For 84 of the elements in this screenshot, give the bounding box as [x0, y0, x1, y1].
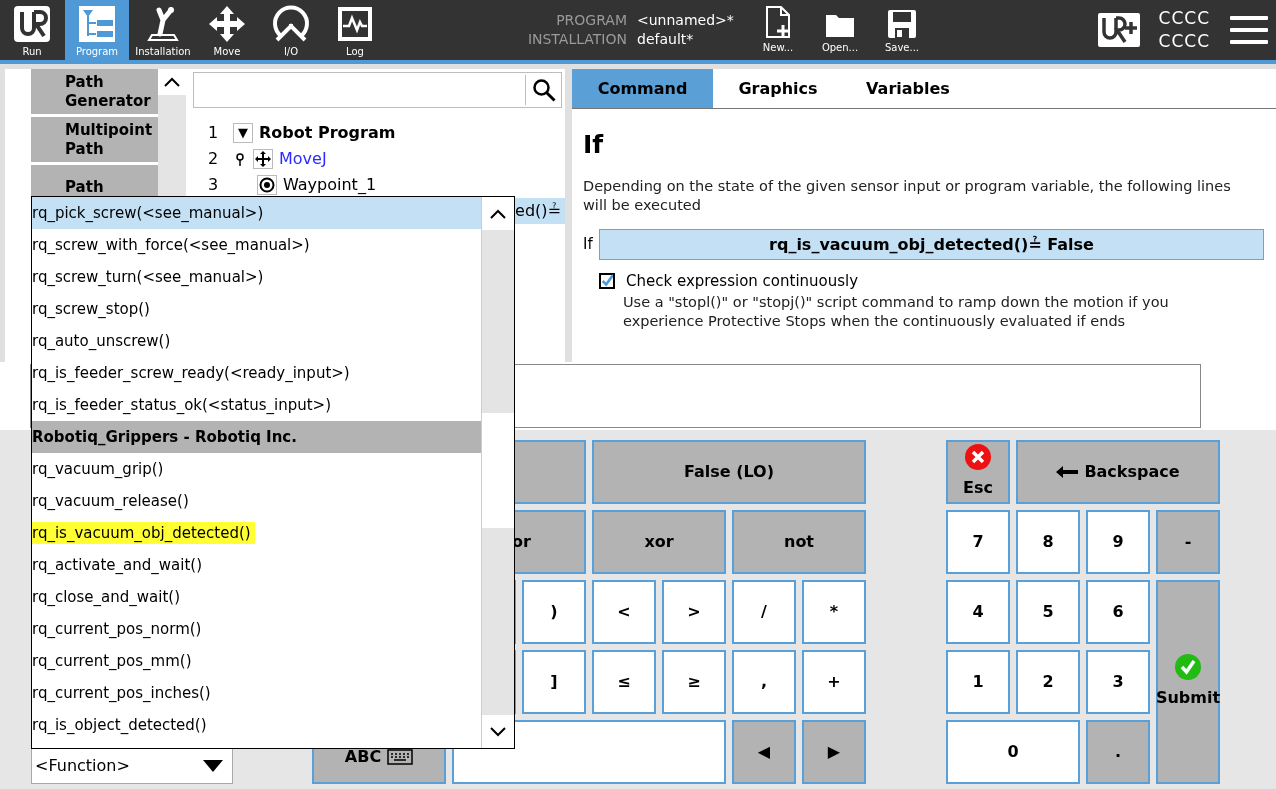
- keypad-key[interactable]: <: [592, 580, 656, 644]
- chevron-up-icon: [164, 77, 180, 87]
- condition-label: If: [583, 234, 594, 256]
- keypad-key[interactable]: Backspace: [1016, 440, 1220, 504]
- chevron-down-icon: [490, 726, 507, 737]
- section-title: If: [583, 129, 605, 161]
- new-file-icon: [765, 5, 791, 39]
- keypad-key[interactable]: xor: [592, 510, 726, 574]
- keypad-key[interactable]: -: [1156, 510, 1220, 574]
- keypad-key[interactable]: ]: [522, 650, 586, 714]
- keypad-key[interactable]: 6: [1086, 580, 1150, 644]
- scroll-up-button[interactable]: [482, 197, 514, 230]
- tree-node-label[interactable]: Waypoint_1: [283, 173, 377, 197]
- scroll-down-button[interactable]: [482, 715, 514, 748]
- keypad-key[interactable]: 0: [946, 720, 1080, 784]
- keypad-key[interactable]: +: [802, 650, 866, 714]
- keypad-key[interactable]: 9: [1086, 510, 1150, 574]
- user-code: CCCC: [1158, 30, 1210, 53]
- pin-icon: [235, 152, 245, 166]
- menu-button[interactable]: [1230, 15, 1268, 45]
- checkmark-icon: [601, 274, 613, 289]
- arrow-left-icon: [1056, 466, 1079, 478]
- keypad-key[interactable]: Esc: [946, 440, 1010, 504]
- tree-node-label[interactable]: Robot Program: [259, 121, 396, 145]
- log-chart-icon: [335, 4, 375, 44]
- keypad-key[interactable]: not: [732, 510, 866, 574]
- file-button[interactable]: New...: [747, 0, 809, 60]
- scrollbar-thumb[interactable]: [482, 413, 514, 528]
- keypad-key[interactable]: ): [522, 580, 586, 644]
- keypad-key[interactable]: Submit: [1156, 580, 1220, 784]
- tab[interactable]: Command: [572, 69, 713, 108]
- move-arrows-icon: [253, 149, 273, 169]
- keypad-key[interactable]: *: [802, 580, 866, 644]
- checkmark-icon: [1175, 654, 1201, 680]
- list-group-header: Robotiq_Grippers - Robotiq Inc.: [32, 421, 482, 453]
- keypad-key[interactable]: ≥: [662, 650, 726, 714]
- ur-plus-logo-icon: [1096, 12, 1141, 48]
- expression-field[interactable]: rq_is_vacuum_obj_detected()≟ False: [599, 229, 1264, 260]
- list-item[interactable]: rq_pick_screw(<see_manual>): [32, 197, 482, 229]
- keypad-key[interactable]: 7: [946, 510, 1010, 574]
- search-icon: [531, 78, 556, 102]
- line-number: 1: [206, 122, 220, 144]
- tree-node-label[interactable]: ed()≟: [515, 199, 561, 223]
- keypad-key[interactable]: 5: [1016, 580, 1080, 644]
- file-button[interactable]: Save...: [871, 0, 933, 60]
- keypad-key[interactable]: ,: [732, 650, 796, 714]
- function-dropdown[interactable]: <Function>: [31, 748, 233, 784]
- expand-toggle[interactable]: ▼: [233, 123, 253, 143]
- info-value: default*: [637, 31, 695, 48]
- file-button[interactable]: Open...: [809, 0, 871, 60]
- info-label: INSTALLATION: [527, 31, 627, 48]
- description-text: Depending on the state of the given sensor input or program variable, the following lines will be executed: [583, 177, 1232, 215]
- tree-node-label[interactable]: MoveJ: [279, 147, 327, 171]
- ur-logo-icon: [12, 4, 52, 44]
- note-text: Use a "stopl()" or "stopj()" script command to ramp down the motion if you experience Protective Stops when the continuously evaluated if ends: [623, 292, 1170, 331]
- line-number: 3: [206, 174, 220, 196]
- info-label: PROGRAM: [556, 12, 627, 29]
- keypad-key[interactable]: ◀: [732, 720, 796, 784]
- keypad-key[interactable]: False (LO): [592, 440, 866, 504]
- checkbox[interactable]: [599, 273, 615, 290]
- keypad-key[interactable]: ≤: [592, 650, 656, 714]
- keypad-key[interactable]: 4: [946, 580, 1010, 644]
- keypad-key[interactable]: 3: [1086, 650, 1150, 714]
- sidebar-item[interactable]: Path Generator: [31, 69, 158, 114]
- io-ring-icon: [271, 4, 311, 44]
- dropdown-arrow-icon: [203, 760, 223, 772]
- keypad-key[interactable]: 2: [1016, 650, 1080, 714]
- keypad-key[interactable]: ▶: [802, 720, 866, 784]
- move-arrows-icon: [207, 4, 247, 44]
- line-number: 2: [206, 148, 220, 170]
- keypad-key[interactable]: 1: [946, 650, 1010, 714]
- keypad-key[interactable]: 8: [1016, 510, 1080, 574]
- close-icon: [965, 444, 991, 470]
- checkbox-label: Check expression continuously: [626, 271, 859, 292]
- info-value: <unnamed>*: [637, 12, 735, 29]
- sidebar-item[interactable]: Multipoint Path: [31, 117, 158, 162]
- keypad-key[interactable]: >: [662, 580, 726, 644]
- chevron-up-icon: [490, 208, 507, 219]
- keypad-key[interactable]: /: [732, 580, 796, 644]
- scroll-up-button[interactable]: [158, 69, 186, 95]
- user-code: CCCC: [1158, 7, 1210, 30]
- program-tree-icon: [77, 4, 117, 44]
- keypad-key[interactable]: .: [1086, 720, 1150, 784]
- search-field[interactable]: [193, 72, 562, 108]
